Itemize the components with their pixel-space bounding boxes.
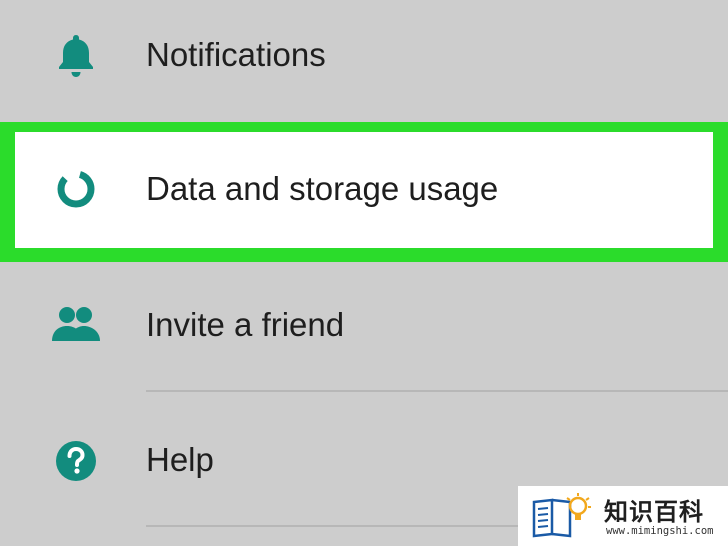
people-icon bbox=[50, 299, 102, 351]
menu-item-label: Invite a friend bbox=[146, 306, 345, 343]
watermark-badge: 知识百科 www.mimingshi.com bbox=[518, 486, 728, 546]
divider bbox=[146, 390, 728, 392]
bell-icon bbox=[50, 30, 102, 82]
menu-item-label: Help bbox=[146, 441, 214, 478]
book-lightbulb-logo-icon bbox=[530, 492, 596, 538]
help-circle-icon bbox=[50, 435, 102, 487]
menu-item-notifications[interactable]: Notifications bbox=[0, 0, 728, 122]
menu-item-data-and-storage-usage[interactable]: Data and storage usage bbox=[0, 122, 728, 262]
menu-item-label: Notifications bbox=[146, 36, 326, 73]
watermark-title: 知识百科 bbox=[604, 498, 704, 526]
data-usage-ring-icon bbox=[50, 163, 102, 215]
menu-item-label: Data and storage usage bbox=[146, 170, 499, 207]
menu-item-invite-a-friend[interactable]: Invite a friend bbox=[0, 258, 728, 393]
watermark-url: www.mimingshi.com bbox=[606, 525, 714, 537]
